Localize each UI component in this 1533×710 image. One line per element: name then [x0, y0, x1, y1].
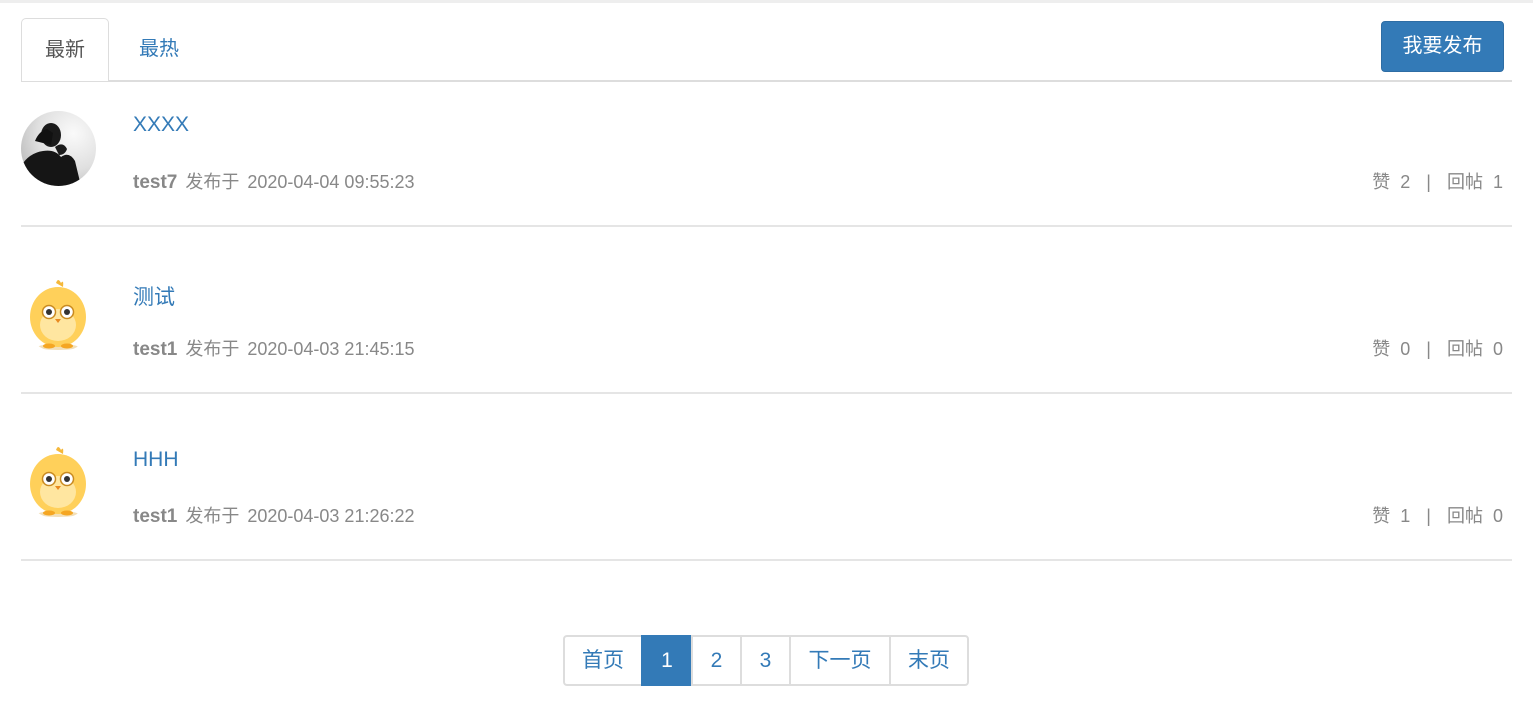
post-meta: test1 发布于 2020-04-03 21:45:15	[133, 335, 415, 361]
post-stats: 赞 0 | 回帖 0	[1372, 335, 1503, 361]
published-label: 发布于	[185, 506, 240, 526]
author-name[interactable]: test7	[133, 172, 177, 193]
post-time: 2020-04-04 09:55:23	[247, 172, 415, 192]
page-last-button[interactable]: 末页	[889, 635, 969, 686]
top-divider	[0, 0, 1533, 3]
published-label: 发布于	[185, 172, 240, 192]
post-stats: 赞 1 | 回帖 0	[1372, 502, 1503, 528]
published-label: 发布于	[185, 339, 240, 359]
page-next-button[interactable]: 下一页	[789, 635, 891, 686]
chick-avatar-icon	[30, 447, 86, 517]
stats-separator: |	[1426, 172, 1431, 192]
reply-label: 回帖	[1446, 339, 1483, 359]
like-label: 赞	[1372, 339, 1391, 359]
post-title-link[interactable]: XXXX	[133, 113, 189, 137]
post-meta: test1 发布于 2020-04-03 21:26:22	[133, 502, 415, 528]
post-time: 2020-04-03 21:45:15	[247, 339, 415, 359]
post-item: 测试 test1 发布于 2020-04-03 21:45:15 赞 0 | 回帖 0	[21, 227, 1512, 394]
reply-label: 回帖	[1446, 506, 1483, 526]
page-3-button[interactable]: 3	[740, 635, 791, 686]
user-avatar[interactable]	[21, 277, 96, 352]
reply-count: 0	[1492, 506, 1503, 526]
like-count: 2	[1400, 172, 1411, 192]
user-avatar[interactable]	[21, 444, 96, 519]
stats-separator: |	[1426, 339, 1431, 359]
page-2-button[interactable]: 2	[691, 635, 742, 686]
reply-count: 0	[1492, 339, 1503, 359]
pagination: 首页 1 2 3 下一页 末页	[563, 635, 969, 686]
post-item: XXXX test7 发布于 2020-04-04 09:55:23 赞 2 | 回帖 1	[21, 60, 1512, 227]
post-stats: 赞 2 | 回帖 1	[1372, 168, 1503, 194]
post-item: HHH test1 发布于 2020-04-03 21:26:22 赞 1 | 回帖 0	[21, 394, 1512, 561]
reply-count: 1	[1492, 172, 1503, 192]
like-count: 1	[1400, 506, 1411, 526]
post-meta: test7 发布于 2020-04-04 09:55:23	[133, 168, 415, 194]
stats-separator: |	[1426, 506, 1431, 526]
page-1-button[interactable]: 1	[641, 635, 693, 686]
post-title-link[interactable]: 测试	[133, 281, 175, 311]
page-first-button[interactable]: 首页	[563, 635, 643, 686]
like-label: 赞	[1372, 172, 1391, 192]
user-avatar[interactable]	[21, 111, 96, 186]
post-title-link[interactable]: HHH	[133, 448, 179, 472]
author-name[interactable]: test1	[133, 506, 177, 527]
post-time: 2020-04-03 21:26:22	[247, 506, 415, 526]
silhouette-avatar-icon	[21, 111, 96, 186]
reply-label: 回帖	[1446, 172, 1483, 192]
like-label: 赞	[1372, 506, 1391, 526]
author-name[interactable]: test1	[133, 339, 177, 360]
chick-avatar-icon	[30, 280, 86, 350]
like-count: 0	[1400, 339, 1411, 359]
